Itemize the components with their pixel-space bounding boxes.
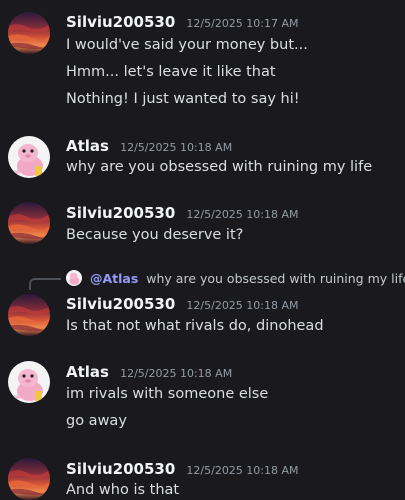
sunset-sky-avatar[interactable] — [8, 458, 50, 500]
message-text: im rivals with someone else — [66, 386, 269, 402]
pink-dino-plush-avatar[interactable] — [8, 361, 50, 403]
username[interactable]: Silviu200530 — [66, 460, 175, 478]
reply-preview[interactable]: @Atlas why are you obsessed with ruining… — [66, 270, 405, 286]
pink-dino-plush-avatar — [66, 270, 82, 286]
message-text: go away — [66, 413, 127, 429]
reply-text: why are you obsessed with ruining my lif… — [146, 271, 405, 286]
username[interactable]: Silviu200530 — [66, 13, 175, 31]
message-text: Is that not what rivals do, dinohead — [66, 318, 324, 334]
sunset-sky-avatar[interactable] — [8, 294, 50, 336]
username[interactable]: Atlas — [66, 137, 109, 155]
chat-message-list: Silviu200530 12/5/2025 10:17 AM I would'… — [0, 0, 405, 500]
timestamp: 12/5/2025 10:18 AM — [120, 141, 233, 154]
message-text: why are you obsessed with ruining my lif… — [66, 159, 373, 175]
message-text: And who is that — [66, 482, 180, 498]
message-text: Nothing! I just wanted to say hi! — [66, 91, 300, 107]
sunset-sky-avatar[interactable] — [8, 202, 50, 244]
username[interactable]: Atlas — [66, 363, 109, 381]
timestamp: 12/5/2025 10:18 AM — [186, 299, 299, 312]
timestamp: 12/5/2025 10:18 AM — [186, 208, 299, 221]
timestamp: 12/5/2025 10:18 AM — [120, 367, 233, 380]
reply-connector — [29, 278, 61, 290]
message-text: I would've said your money but... — [66, 37, 308, 53]
timestamp: 12/5/2025 10:18 AM — [186, 464, 299, 477]
message-text: Hmm... let's leave it like that — [66, 64, 276, 80]
sunset-sky-avatar[interactable] — [8, 12, 50, 54]
pink-dino-plush-avatar[interactable] — [8, 136, 50, 178]
timestamp: 12/5/2025 10:17 AM — [186, 17, 299, 30]
username[interactable]: Silviu200530 — [66, 295, 175, 313]
message-text: Because you deserve it? — [66, 227, 244, 243]
reply-mention[interactable]: @Atlas — [90, 271, 138, 286]
username[interactable]: Silviu200530 — [66, 204, 175, 222]
